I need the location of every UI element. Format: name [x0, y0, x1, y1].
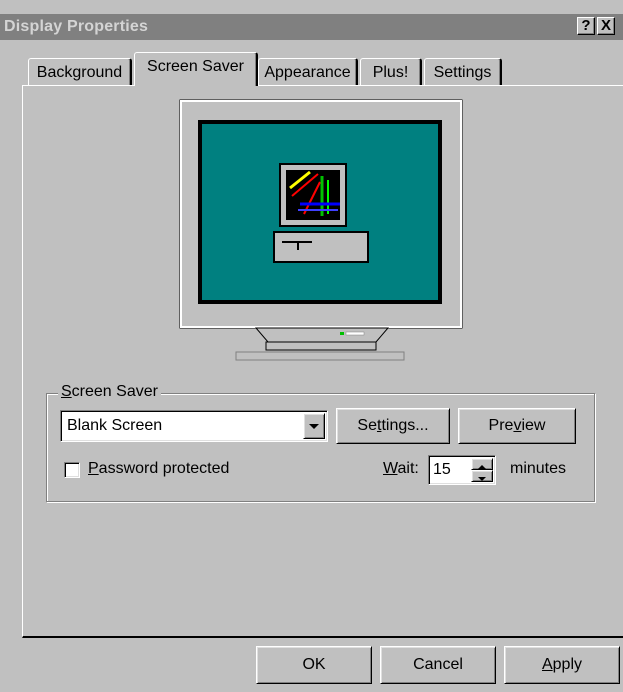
- ok-button[interactable]: OK: [256, 646, 372, 684]
- tab-plus-label: Plus!: [372, 64, 409, 81]
- tab-settings[interactable]: Settings: [424, 58, 502, 86]
- close-icon: X: [600, 17, 611, 34]
- minutes-label: minutes: [510, 460, 567, 477]
- window-title: Display Properties: [4, 18, 149, 35]
- chevron-down-icon: [478, 477, 486, 481]
- tab-screen-saver[interactable]: Screen Saver: [134, 52, 258, 86]
- preview-button[interactable]: Preview: [458, 408, 576, 444]
- screensaver-settings-button[interactable]: Settings...: [336, 408, 450, 444]
- title-bar[interactable]: Display Properties ? X: [0, 14, 623, 40]
- tab-plus[interactable]: Plus!: [360, 58, 422, 86]
- help-button[interactable]: ?: [577, 17, 595, 35]
- screen-saver-dropdown[interactable]: Blank Screen: [60, 410, 328, 442]
- spinner-down-button[interactable]: [471, 470, 493, 482]
- help-icon: ?: [581, 17, 591, 34]
- tab-appearance-label: Appearance: [264, 64, 351, 81]
- tab-background[interactable]: Background: [28, 58, 132, 86]
- dropdown-arrow-button[interactable]: [303, 413, 325, 439]
- tab-screen-saver-label: Screen Saver: [147, 58, 244, 75]
- tab-settings-label: Settings: [433, 64, 492, 81]
- screen-saver-group-label: Screen Saver: [58, 383, 161, 401]
- display-properties-window: Display Properties ? X Background Screen…: [0, 0, 623, 692]
- wait-value: 15: [433, 461, 451, 478]
- cancel-button[interactable]: Cancel: [380, 646, 496, 684]
- monitor-preview: [179, 99, 463, 361]
- wait-minutes-spinner[interactable]: 15: [428, 455, 496, 485]
- wait-label: Wait:: [383, 460, 419, 477]
- close-button[interactable]: X: [597, 17, 615, 35]
- spinner-up-button[interactable]: [471, 458, 493, 470]
- screen-saver-selected: Blank Screen: [67, 417, 163, 434]
- password-checkbox[interactable]: [64, 462, 80, 478]
- tab-background-label: Background: [36, 64, 123, 81]
- tab-appearance[interactable]: Appearance: [258, 58, 358, 86]
- chevron-down-icon: [309, 424, 319, 429]
- password-protected-label[interactable]: Password protected: [88, 460, 229, 478]
- apply-button[interactable]: Apply: [504, 646, 620, 684]
